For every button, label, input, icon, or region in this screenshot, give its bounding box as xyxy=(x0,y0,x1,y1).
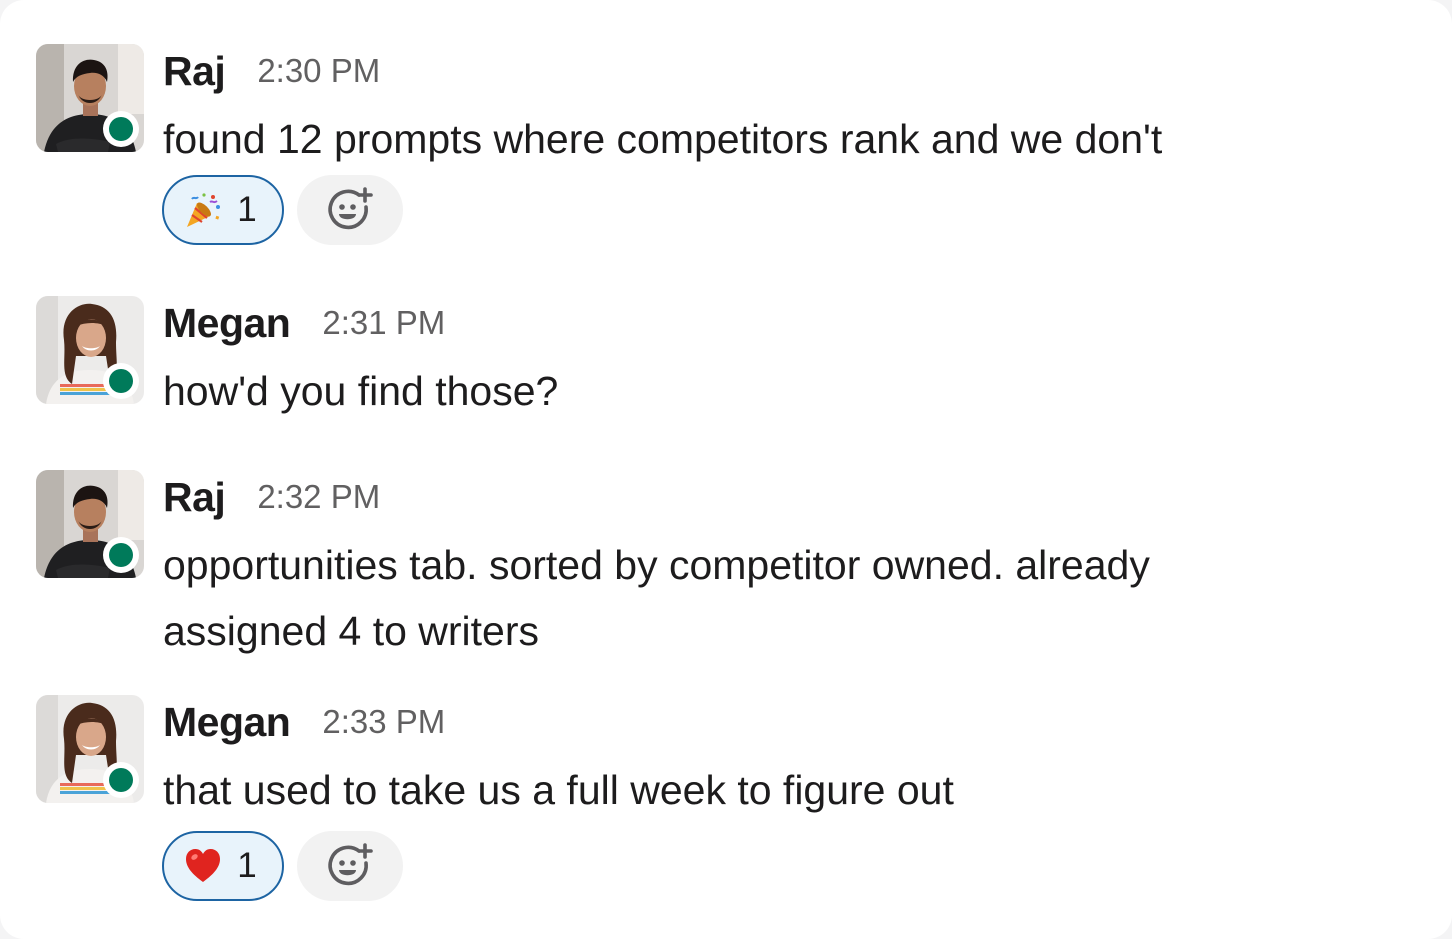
reaction-red-heart[interactable]: 1 xyxy=(162,831,284,901)
author-name[interactable]: Megan xyxy=(163,699,291,746)
message-header: Raj 2:32 PM xyxy=(163,470,380,524)
message: Megan 2:31 PM how'd you find those? xyxy=(36,296,1416,426)
add-reaction-icon xyxy=(326,186,374,234)
author-name[interactable]: Raj xyxy=(163,48,226,95)
reactions-bar: 1 xyxy=(162,175,403,245)
online-status-dot xyxy=(109,369,133,393)
presence-indicator xyxy=(103,537,139,573)
reactions-bar: 1 xyxy=(162,831,403,901)
timestamp[interactable]: 2:33 PM xyxy=(322,703,445,741)
message-list: Raj 2:30 PM found 12 prompts where compe… xyxy=(0,0,1452,939)
online-status-dot xyxy=(109,768,133,792)
message: Raj 2:30 PM found 12 prompts where compe… xyxy=(36,44,1416,254)
red-heart-icon xyxy=(183,846,223,886)
message-text: that used to take us a full week to figu… xyxy=(163,767,954,813)
reaction-count: 1 xyxy=(237,846,257,885)
timestamp[interactable]: 2:31 PM xyxy=(322,304,445,342)
online-status-dot xyxy=(109,117,133,141)
add-reaction-icon xyxy=(326,842,374,890)
author-name[interactable]: Raj xyxy=(163,474,226,521)
message: Raj 2:32 PM opportunities tab. sorted by… xyxy=(36,470,1416,660)
party-popper-icon xyxy=(183,190,223,230)
add-reaction-button[interactable] xyxy=(297,831,403,901)
presence-indicator xyxy=(103,363,139,399)
online-status-dot xyxy=(109,543,133,567)
message-header: Raj 2:30 PM xyxy=(163,44,380,98)
presence-indicator xyxy=(103,762,139,798)
reaction-party-popper[interactable]: 1 xyxy=(162,175,284,245)
timestamp[interactable]: 2:30 PM xyxy=(257,52,380,90)
author-name[interactable]: Megan xyxy=(163,300,291,347)
message-header: Megan 2:31 PM xyxy=(163,296,445,350)
message-text: found 12 prompts where competitors rank … xyxy=(163,116,1163,162)
reaction-count: 1 xyxy=(237,190,257,229)
timestamp[interactable]: 2:32 PM xyxy=(257,478,380,516)
message-text: how'd you find those? xyxy=(163,368,559,414)
message-header: Megan 2:33 PM xyxy=(163,695,445,749)
message: Megan 2:33 PM that used to take us a ful… xyxy=(36,695,1416,910)
presence-indicator xyxy=(103,111,139,147)
add-reaction-button[interactable] xyxy=(297,175,403,245)
message-text: opportunities tab. sorted by competitor … xyxy=(163,542,1150,654)
